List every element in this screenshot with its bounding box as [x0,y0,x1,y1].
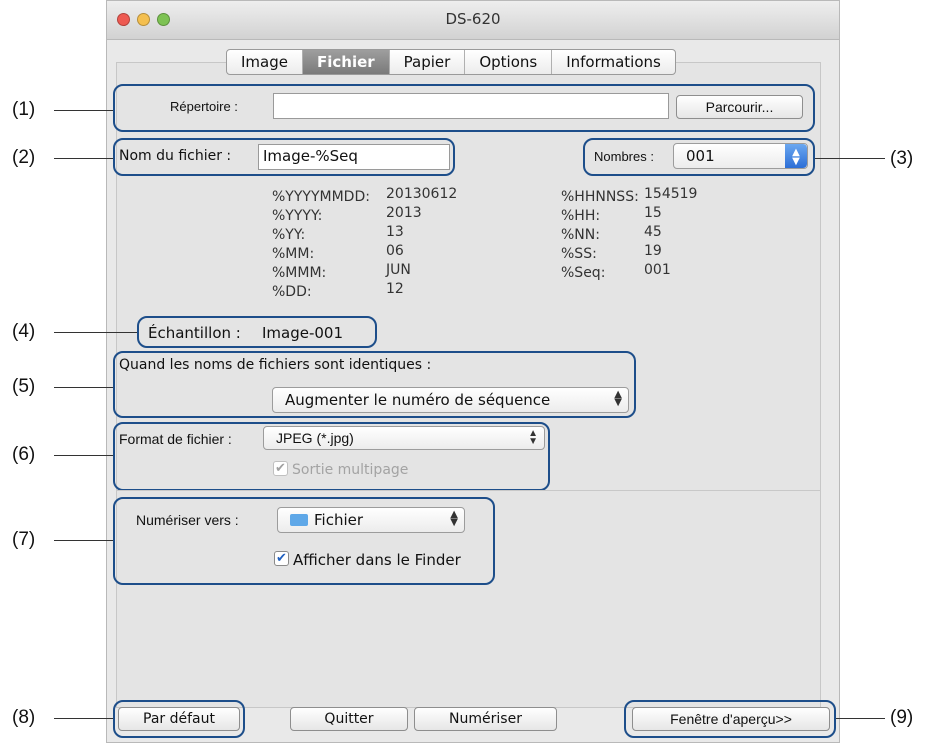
tab-fichier[interactable]: Fichier [302,50,390,74]
callout-box-3 [583,138,815,176]
token-key: %HHNNSS: [561,189,639,205]
token-key: %HH: [561,208,601,224]
token-key: %YY: [272,227,306,243]
callout-number-8: (8) [12,707,36,728]
callout-line [54,158,113,159]
token-value: 06 [386,243,404,259]
token-row: %DD: 12 [272,281,404,300]
token-row: %HH: 15 [561,205,662,224]
token-row: %MMM: JUN [272,262,411,281]
callout-line [54,110,113,111]
quit-button[interactable]: Quitter [290,707,408,731]
callout-box-6 [113,422,550,491]
token-key: %MM: [272,246,315,262]
token-value: 19 [644,243,662,259]
token-key: %Seq: [561,265,606,281]
tab-informations[interactable]: Informations [552,50,675,74]
callout-number-5: (5) [12,376,36,397]
callout-box-7 [113,497,495,585]
time-tokens-list: %HHNNSS: 154519 %HH: 15 %NN: 45 %SS: 19 %Seq… [561,186,697,281]
divider [116,490,821,491]
token-value: 001 [644,262,671,278]
tab-image[interactable]: Image [227,50,303,74]
token-key: %MMM: [272,265,327,281]
token-row: %SS: 19 [561,243,662,262]
scan-button[interactable]: Numériser [414,707,557,731]
token-row: %YY: 13 [272,224,404,243]
token-row: %YYYYMMDD: 20130612 [272,186,457,205]
callout-number-7: (7) [12,529,36,550]
callout-line [815,158,885,159]
callout-number-6: (6) [12,444,36,465]
callout-box-9 [624,700,836,738]
tab-papier[interactable]: Papier [390,50,466,74]
token-value: 154519 [644,186,698,202]
callout-line [54,387,113,388]
callout-box-8 [113,700,245,738]
callout-number-2: (2) [12,147,36,168]
token-key: %SS: [561,246,597,262]
callout-box-5 [113,351,636,418]
callout-box-1 [113,84,815,132]
tab-bar: Image Fichier Papier Options Information… [226,49,676,75]
token-row: %NN: 45 [561,224,662,243]
token-value: 45 [644,224,662,240]
token-value: 15 [644,205,662,221]
tab-options[interactable]: Options [465,50,553,74]
callout-line [836,718,885,719]
token-row: %MM: 06 [272,243,404,262]
token-key: %YYYY: [272,208,323,224]
callout-number-9: (9) [890,707,914,728]
token-value: 20130612 [386,186,458,202]
date-tokens-list: %YYYYMMDD: 20130612 %YYYY: 2013 %YY: 13 %MM… [272,186,457,300]
token-row: %HHNNSS: 154519 [561,186,697,205]
callout-box-2 [113,138,455,176]
callout-line [54,455,113,456]
token-key: %YYYYMMDD: [272,189,370,205]
token-value: 2013 [386,205,422,221]
token-key: %DD: [272,284,312,300]
callout-number-1: (1) [12,99,36,120]
token-row: %YYYY: 2013 [272,205,422,224]
callout-box-4 [137,316,377,348]
token-value: 12 [386,281,404,297]
callout-number-4: (4) [12,321,36,342]
callout-line [54,332,137,333]
window-title: DS-620 [445,10,501,28]
callout-number-3: (3) [890,148,914,169]
token-value: 13 [386,224,404,240]
callout-line [54,540,113,541]
token-value: JUN [386,262,411,278]
token-key: %NN: [561,227,600,243]
token-row: %Seq: 001 [561,262,671,281]
callout-line [54,718,113,719]
